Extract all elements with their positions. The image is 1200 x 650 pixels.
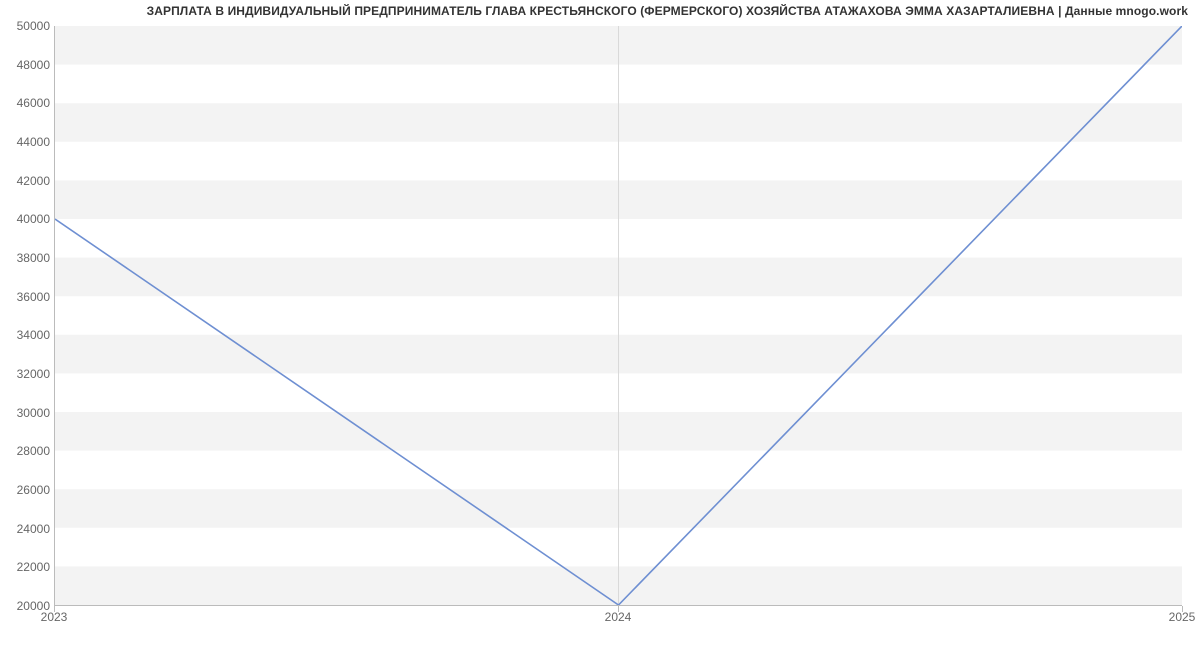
- x-tick-label: 2023: [41, 610, 68, 624]
- y-tick-label: 44000: [4, 135, 50, 149]
- x-tick-mark: [618, 606, 619, 612]
- y-tick-label: 38000: [4, 251, 50, 265]
- y-tick-label: 48000: [4, 58, 50, 72]
- y-tick-label: 42000: [4, 174, 50, 188]
- y-tick-label: 22000: [4, 560, 50, 574]
- y-tick-label: 36000: [4, 290, 50, 304]
- x-tick-mark: [1182, 606, 1183, 612]
- chart-svg: [55, 26, 1182, 605]
- y-tick-label: 28000: [4, 444, 50, 458]
- x-tick-label: 2025: [1169, 610, 1196, 624]
- y-tick-label: 34000: [4, 328, 50, 342]
- x-tick-label: 2024: [605, 610, 632, 624]
- y-tick-label: 50000: [4, 19, 50, 33]
- x-tick-mark: [54, 606, 55, 612]
- chart-title: ЗАРПЛАТА В ИНДИВИДУАЛЬНЫЙ ПРЕДПРИНИМАТЕЛ…: [147, 4, 1188, 18]
- y-tick-label: 46000: [4, 96, 50, 110]
- plot-area: [54, 26, 1182, 606]
- y-tick-label: 32000: [4, 367, 50, 381]
- y-tick-label: 26000: [4, 483, 50, 497]
- y-tick-label: 24000: [4, 522, 50, 536]
- y-tick-label: 40000: [4, 212, 50, 226]
- y-tick-label: 30000: [4, 406, 50, 420]
